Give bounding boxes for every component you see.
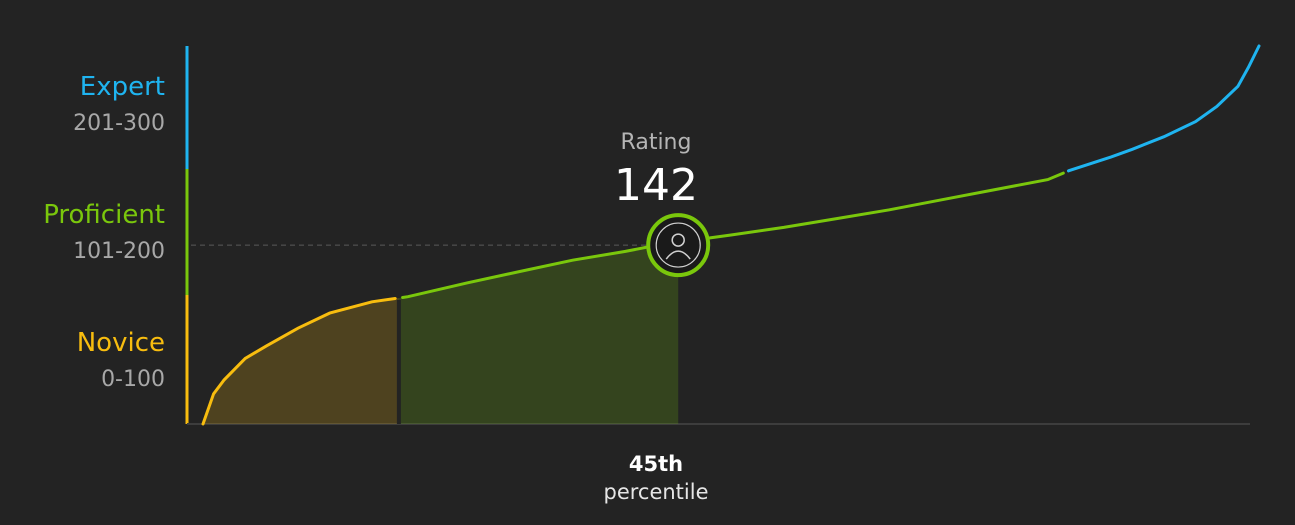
rating-marker: [646, 213, 711, 278]
percentile-value: 45th: [628, 452, 684, 476]
rating-label: Rating: [620, 130, 692, 155]
skill-curve-chart: [185, 44, 1261, 426]
novice-area: [203, 298, 399, 424]
proficient-area: [398, 242, 679, 424]
percentile-label: percentile: [603, 480, 709, 504]
rating-value: 142: [614, 160, 698, 211]
curve-expert: [1067, 44, 1261, 173]
